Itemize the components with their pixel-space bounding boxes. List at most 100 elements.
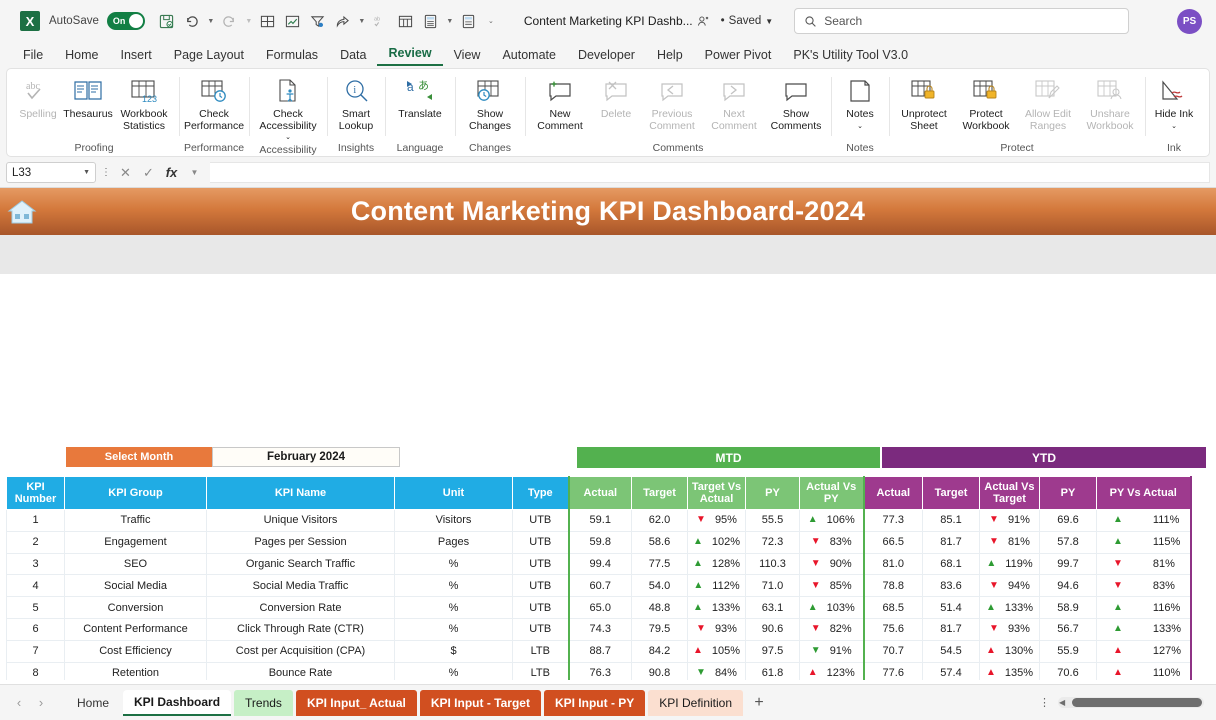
- sheet-tab-kpi-definition[interactable]: KPI Definition: [648, 689, 743, 716]
- search-input[interactable]: Search: [794, 8, 1130, 34]
- sheet-tab-kpi-input-actual[interactable]: KPI Input_ Actual: [295, 689, 417, 716]
- ribbon-tab-review[interactable]: Review: [377, 44, 443, 66]
- next-sheet-icon[interactable]: ›: [30, 691, 52, 715]
- save-status-dot: •: [720, 15, 725, 27]
- formula-input[interactable]: [210, 162, 1210, 183]
- chevron-down-icon[interactable]: ⌄: [1171, 121, 1177, 133]
- table-row[interactable]: 2 Engagement Pages per Session Pages UTB 59.8…: [6, 531, 1192, 554]
- calculate-icon[interactable]: [420, 9, 442, 33]
- sensitivity-icon[interactable]: [696, 9, 712, 33]
- chevron-down-icon[interactable]: ⌄: [857, 121, 863, 133]
- customize-qat-icon[interactable]: ⌄: [483, 9, 499, 33]
- show-comments-button[interactable]: Show Comments: [765, 72, 827, 132]
- ribbon-tab-insert[interactable]: Insert: [110, 46, 163, 66]
- save-status[interactable]: • Saved ▼: [721, 15, 774, 27]
- cancel-entry-icon[interactable]: ✕: [116, 162, 135, 183]
- new-comment-button[interactable]: New Comment: [529, 72, 591, 132]
- borders-icon[interactable]: [257, 9, 279, 33]
- ribbon-tab-pk-utility-tool[interactable]: PK's Utility Tool V3.0: [782, 46, 919, 66]
- share-dropdown-icon[interactable]: ▼: [357, 9, 367, 33]
- sheet-tab-kpi-input-py[interactable]: KPI Input - PY: [543, 689, 646, 716]
- sheet-tab-kpi-dashboard[interactable]: KPI Dashboard: [123, 689, 232, 716]
- ribbon-tab-developer[interactable]: Developer: [567, 46, 646, 66]
- filter-icon[interactable]: [307, 9, 329, 33]
- table-row[interactable]: 3 SEO Organic Search Traffic% UTB 99.4 77.5 ▲ 1…: [6, 553, 1192, 576]
- indicator-value: 81%: [1152, 557, 1175, 570]
- name-box-expand-icon[interactable]: ⋮: [100, 167, 112, 178]
- sheet-tab-trends[interactable]: Trends: [234, 689, 293, 716]
- ribbon-tab-home[interactable]: Home: [54, 46, 109, 66]
- confirm-entry-icon[interactable]: ✓: [139, 162, 158, 183]
- cell-indicator: ▲ 135%: [979, 662, 1040, 680]
- hide-ink-button[interactable]: Hide Ink ⌄: [1149, 72, 1199, 132]
- scrollbar-thumb[interactable]: [1072, 698, 1202, 707]
- translate-button[interactable]: aあ Translate: [389, 72, 451, 121]
- cell-mtd-actual: 60.7: [567, 574, 632, 598]
- trend-down-red-icon: ▼: [989, 536, 999, 548]
- indicator-value: 91%: [829, 645, 852, 658]
- table-row[interactable]: 8 Retention Bounce Rate% LTB 76.3 90.8 ▼ 84% 61.…: [6, 662, 1192, 680]
- share-icon[interactable]: [332, 9, 354, 33]
- workbook-statistics-icon: 123: [129, 75, 159, 107]
- table-row[interactable]: 4 Social Media Social Media Traffic% UTB 60.…: [6, 574, 1192, 598]
- calculate-sheet-icon[interactable]: [458, 9, 480, 33]
- cell-mtd-target: 90.8: [631, 662, 688, 680]
- chevron-down-icon[interactable]: ▼: [185, 162, 204, 183]
- table-row[interactable]: 1 Traffic Unique Visitors Visitors UTB 59.1 62…: [6, 509, 1192, 532]
- chevron-down-icon[interactable]: ⌄: [285, 132, 291, 144]
- home-icon[interactable]: [0, 198, 44, 226]
- autosave-toggle[interactable]: On: [106, 12, 145, 30]
- cell-mtd-target: 54.0: [631, 574, 688, 598]
- table-row[interactable]: 5 Conversion Conversion Rate% UTB 65.0 48.8 ▲ 1…: [6, 596, 1192, 619]
- trend-down-red-icon: ▼: [989, 623, 999, 635]
- previous-sheet-icon[interactable]: ‹: [8, 691, 30, 715]
- document-title[interactable]: Content Marketing KPI Dashb...: [524, 14, 693, 28]
- workbook-statistics-button[interactable]: 123 Workbook Statistics: [113, 72, 175, 132]
- chart-icon[interactable]: [282, 9, 304, 33]
- table-row[interactable]: 6 Content Performance Click Through Rate (…: [6, 618, 1192, 641]
- sheet-tab-home[interactable]: Home: [66, 690, 120, 716]
- name-box[interactable]: L33 ▼: [6, 162, 96, 183]
- cell-indicator: ▼ 91%: [979, 509, 1040, 532]
- smart-lookup-button[interactable]: i Smart Lookup: [331, 72, 381, 132]
- chevron-down-icon[interactable]: ▼: [83, 169, 90, 176]
- check-performance-button[interactable]: Check Performance: [183, 72, 245, 132]
- avatar[interactable]: PS: [1177, 8, 1202, 34]
- cell-indicator: ▼ 93%: [979, 618, 1040, 641]
- table-row[interactable]: 7 Cost Efficiency Cost per Acquisition (CP…: [6, 640, 1192, 663]
- ribbon-tab-automate[interactable]: Automate: [491, 46, 567, 66]
- cell-mtd-actual: 65.0: [567, 596, 632, 619]
- notes-button[interactable]: Notes ⌄: [835, 72, 885, 132]
- cell-ytd-target: 81.7: [922, 618, 980, 641]
- thesaurus-button[interactable]: Thesaurus: [63, 72, 113, 121]
- insert-function-icon[interactable]: fx: [162, 162, 181, 183]
- undo-icon[interactable]: [181, 9, 203, 33]
- calculate-dropdown-icon[interactable]: ▼: [445, 9, 455, 33]
- cell-kpi-number: 3: [6, 553, 65, 576]
- unprotect-sheet-button[interactable]: Unprotect Sheet: [893, 72, 955, 132]
- ribbon-tab-file[interactable]: File: [12, 46, 54, 66]
- ribbon-tab-page-layout[interactable]: Page Layout: [163, 46, 255, 66]
- show-changes-button[interactable]: Show Changes: [459, 72, 521, 132]
- protect-workbook-button[interactable]: Protect Workbook: [955, 72, 1017, 132]
- add-sheet-button[interactable]: +: [746, 694, 772, 712]
- save-icon[interactable]: [156, 9, 178, 33]
- check-accessibility-button[interactable]: Check Accessibility ⌄: [253, 72, 323, 144]
- ribbon-tab-data[interactable]: Data: [329, 46, 377, 66]
- ribbon-tab-power-pivot[interactable]: Power Pivot: [694, 46, 783, 66]
- horizontal-scrollbar[interactable]: ◀: [1058, 697, 1204, 708]
- ribbon-tab-formulas[interactable]: Formulas: [255, 46, 329, 66]
- trend-down-red-icon: ▼: [810, 536, 821, 548]
- status-bar-options-icon[interactable]: ⋮: [1039, 696, 1058, 709]
- month-selector[interactable]: February 2024: [212, 447, 400, 467]
- ribbon-tab-help[interactable]: Help: [646, 46, 694, 66]
- scroll-left-icon[interactable]: ◀: [1059, 698, 1065, 707]
- ribbon-tab-view[interactable]: View: [443, 46, 492, 66]
- ribbon-group-language: aあ Translate Language: [385, 72, 455, 156]
- sheet-tab-kpi-input-target[interactable]: KPI Input - Target: [419, 689, 541, 716]
- check-accessibility-icon: [274, 75, 302, 107]
- pivot-icon[interactable]: [395, 9, 417, 33]
- notes-icon: [847, 75, 873, 107]
- indicator-value: 91%: [1007, 514, 1030, 527]
- undo-dropdown-icon[interactable]: ▼: [206, 9, 216, 33]
